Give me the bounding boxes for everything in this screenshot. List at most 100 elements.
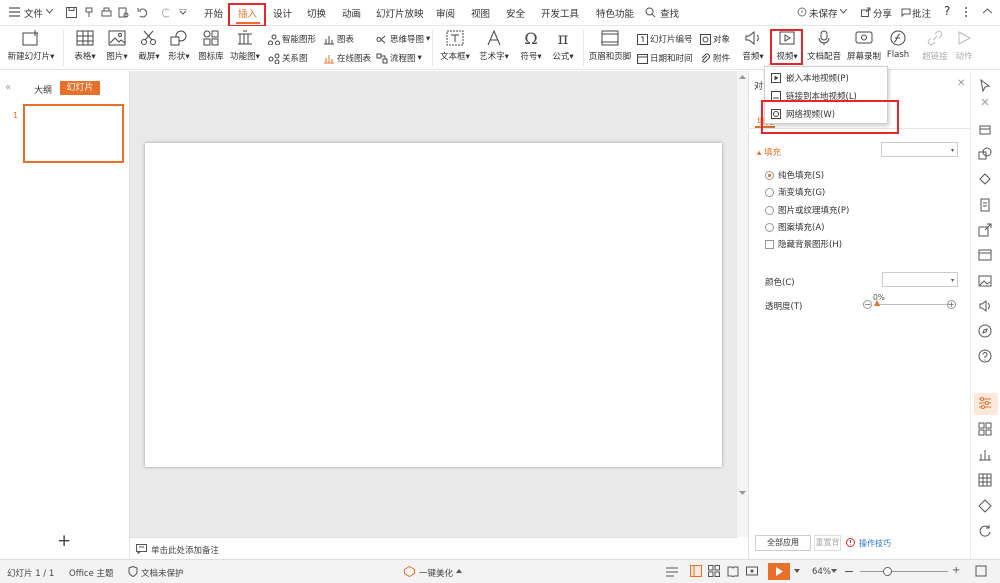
textbox-button[interactable]: 文本框▾ <box>438 28 472 62</box>
screenshot-button[interactable]: 截屏▾ <box>134 28 164 62</box>
plus-button[interactable]: + <box>947 300 956 309</box>
format-painter-icon[interactable] <box>84 7 95 18</box>
more-icon[interactable] <box>964 6 968 18</box>
shapes-icon[interactable] <box>978 147 994 163</box>
option-pattern-fill[interactable]: 图案填充(A) <box>765 221 824 233</box>
customize-icon[interactable] <box>179 9 187 15</box>
chevron-down-icon[interactable] <box>831 569 837 573</box>
option-picture-fill[interactable]: 图片或纹理填充(P) <box>765 204 849 216</box>
table-button[interactable]: 表格▾ <box>70 28 100 62</box>
flash-button[interactable]: Flash <box>884 28 912 60</box>
tab-outline[interactable]: 大纲 <box>34 83 52 96</box>
hamburger-icon[interactable] <box>9 7 20 17</box>
fit-window-icon[interactable] <box>974 564 988 578</box>
hide-background-option[interactable]: 隐藏背景图形(H) <box>765 238 842 250</box>
radio-gradient[interactable] <box>765 187 774 197</box>
tab-features[interactable]: 特色功能 <box>596 6 634 20</box>
properties-icon[interactable] <box>978 123 994 139</box>
bar-chart-icon[interactable] <box>978 447 994 463</box>
tab-developer[interactable]: 开发工具 <box>541 6 579 20</box>
search-label[interactable]: 查找 <box>660 6 679 20</box>
chevron-down-icon[interactable] <box>46 9 53 14</box>
zoom-level[interactable]: 64% <box>812 567 831 577</box>
redo-icon[interactable] <box>161 7 172 18</box>
smart-art-button[interactable]: 智能图形 <box>268 33 316 45</box>
fill-section-header[interactable]: ▴ 填充 <box>757 146 781 158</box>
doc-dubbing-button[interactable]: 文档配音 <box>806 28 842 62</box>
help-icon[interactable]: ? <box>944 4 950 18</box>
search-icon[interactable] <box>645 7 656 18</box>
tab-design[interactable]: 设计 <box>273 6 292 20</box>
reading-view-icon[interactable] <box>727 565 739 577</box>
notes-bar[interactable]: 单击此处添加备注 <box>130 537 737 559</box>
save-icon[interactable] <box>66 7 77 18</box>
screen-record-button[interactable]: 屏幕录制 <box>846 28 882 62</box>
notes-placeholder[interactable]: 单击此处添加备注 <box>151 544 219 556</box>
tab-start[interactable]: 开始 <box>204 6 223 20</box>
adjust-settings-icon[interactable] <box>978 396 994 412</box>
fill-bucket-icon[interactable] <box>978 172 994 188</box>
help-circle-icon[interactable] <box>978 349 994 365</box>
diamond-icon[interactable] <box>978 499 994 515</box>
chart-button[interactable]: 图表 <box>323 33 354 45</box>
attachment-button[interactable]: 附件 <box>700 52 730 64</box>
object-button[interactable]: 对象 <box>700 33 730 45</box>
option-gradient-fill[interactable]: 渐变填充(G) <box>765 186 825 198</box>
vertical-scrollbar[interactable] <box>737 71 748 537</box>
icon-library-button[interactable]: 图标库 <box>196 28 226 62</box>
pointer-icon[interactable] <box>978 79 994 95</box>
presenter-icon[interactable] <box>746 565 758 577</box>
symbol-button[interactable]: Ω 符号▾ <box>516 28 546 63</box>
tab-security[interactable]: 安全 <box>506 6 525 20</box>
option-solid-fill[interactable]: 纯色填充(S) <box>765 169 824 181</box>
apply-all-button[interactable]: 全部应用 <box>755 535 811 551</box>
minus-button[interactable]: − <box>863 300 872 309</box>
document-icon[interactable] <box>978 198 994 214</box>
chevron-up-icon[interactable] <box>456 569 462 573</box>
archive-icon[interactable] <box>978 248 994 264</box>
header-footer-button[interactable]: 页眉和页脚 <box>588 28 632 62</box>
tab-review[interactable]: 审阅 <box>436 6 455 20</box>
comment-icon[interactable] <box>901 7 911 17</box>
collapse-ribbon-icon[interactable] <box>983 8 992 14</box>
compass-icon[interactable] <box>978 324 994 340</box>
close-sidebar-icon[interactable] <box>978 95 994 111</box>
tab-slides[interactable]: 幻灯片 <box>60 81 100 95</box>
tab-animation[interactable]: 动画 <box>342 6 361 20</box>
zoom-slider-track[interactable] <box>860 571 948 572</box>
add-slide-button[interactable]: + <box>57 533 71 550</box>
theme-name[interactable]: Office 主题 <box>69 567 114 579</box>
scroll-up-icon[interactable] <box>739 74 746 79</box>
tab-view[interactable]: 视图 <box>471 6 490 20</box>
fill-color-dropdown[interactable]: ▾ <box>881 142 958 157</box>
radio-picture[interactable] <box>765 205 774 215</box>
hide-bg-checkbox[interactable] <box>765 239 774 249</box>
menu-item-embed-local-video[interactable]: 嵌入本地视频(P) <box>771 72 849 84</box>
picture-button[interactable]: 图片▾ <box>102 28 132 62</box>
formula-button[interactable]: π 公式▾ <box>548 28 578 63</box>
grid-apps-icon[interactable] <box>978 422 994 438</box>
hyperlink-button[interactable]: 超链接 <box>920 28 950 62</box>
file-menu[interactable]: 文件 <box>24 6 43 20</box>
audio-button[interactable]: 音频▾ <box>738 28 768 62</box>
reset-background-button[interactable]: 重置背景 <box>814 535 841 551</box>
color-dropdown[interactable]: ▾ <box>882 272 958 287</box>
image-icon[interactable] <box>978 274 994 290</box>
comment-button[interactable]: 批注 <box>912 6 931 20</box>
play-slideshow-button[interactable] <box>768 563 790 580</box>
beautify-button[interactable]: 一键美化 <box>419 567 453 579</box>
radio-solid[interactable] <box>765 170 774 180</box>
tab-transition[interactable]: 切换 <box>307 6 326 20</box>
unsaved-status[interactable]: 未保存 <box>809 6 838 20</box>
protection-status[interactable]: 文档未保护 <box>141 567 184 579</box>
share-icon[interactable] <box>861 7 871 17</box>
scroll-down-icon[interactable] <box>739 491 746 496</box>
zoom-out-button[interactable] <box>845 571 853 572</box>
sound-icon[interactable] <box>978 299 994 315</box>
print-preview-icon[interactable] <box>118 7 129 18</box>
tips-link[interactable]: 操作技巧 <box>859 538 891 549</box>
share-button[interactable]: 分享 <box>873 6 892 20</box>
online-chart-button[interactable]: 在线图表 <box>323 52 371 64</box>
transparency-slider-track[interactable] <box>875 304 949 305</box>
new-slide-button[interactable]: 新建幻灯片▾ <box>6 28 56 62</box>
